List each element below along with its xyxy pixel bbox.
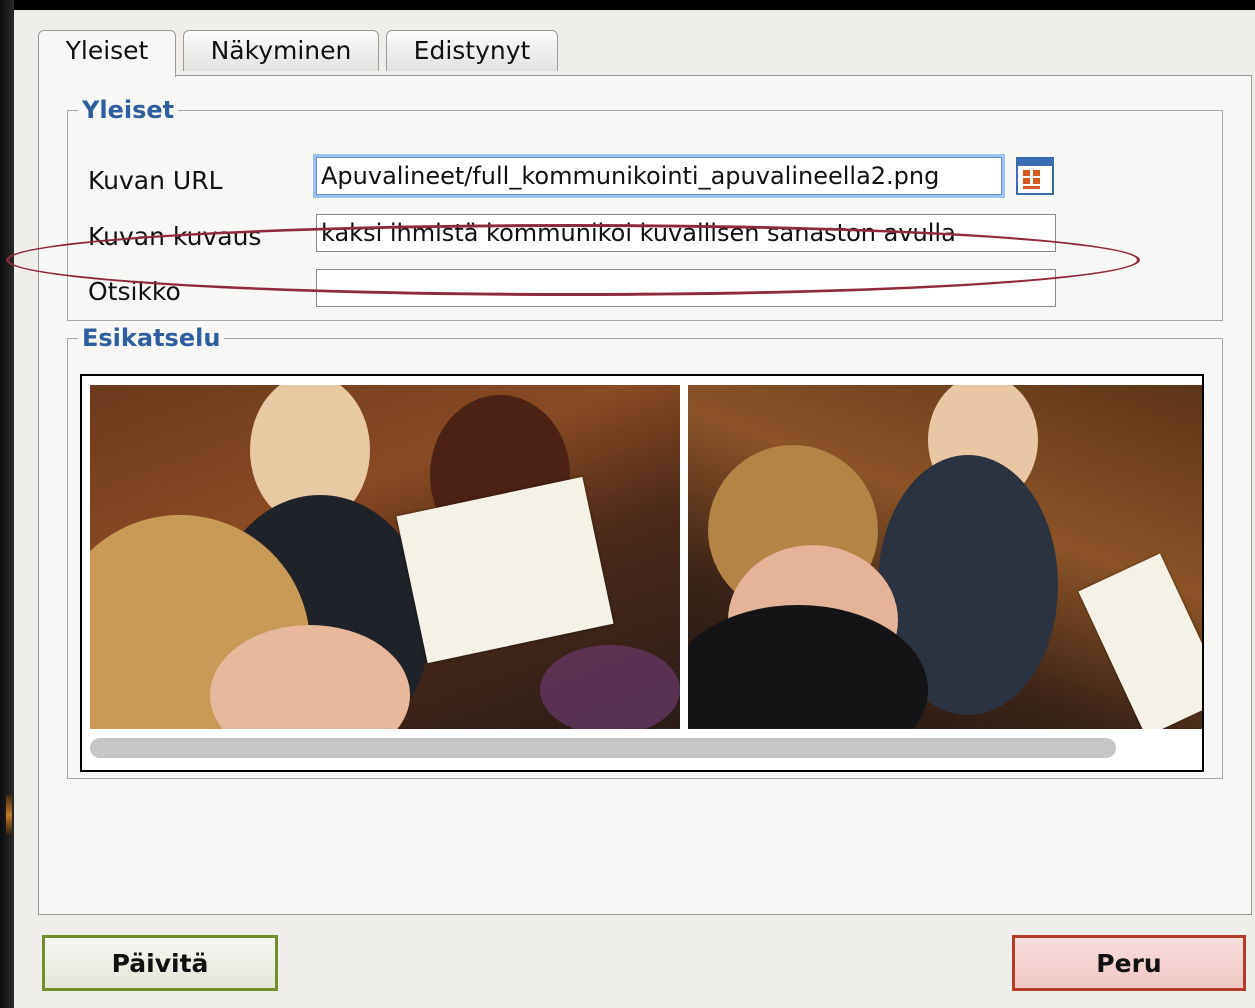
background-streak bbox=[6, 795, 12, 835]
general-legend: Yleiset bbox=[82, 96, 175, 124]
general-fieldset: Yleiset Kuvan URL Kuvan kuvaus Otsikko bbox=[6, 96, 1223, 321]
preview-photo-right bbox=[688, 385, 1202, 729]
tab-advanced[interactable]: Edistynyt bbox=[386, 30, 558, 71]
preview-photo-left bbox=[90, 385, 680, 729]
tab-panel-general: Yleiset Kuvan URL Kuvan kuvaus Otsikko bbox=[6, 75, 1252, 915]
preview-scrollbar-thumb[interactable] bbox=[90, 738, 1116, 758]
image-url-input[interactable] bbox=[316, 157, 1002, 195]
image-description-label: Kuvan kuvaus bbox=[88, 222, 262, 251]
preview-fieldset: Esikatselu bbox=[67, 324, 1223, 779]
file-browser-button[interactable] bbox=[1016, 157, 1054, 195]
update-button[interactable]: Päivitä bbox=[42, 935, 278, 991]
preview-legend: Esikatselu bbox=[82, 324, 221, 352]
image-properties-dialog: Yleiset Näkyminen Edistynyt Yleiset Kuva… bbox=[6, 10, 1255, 1008]
image-title-label: Otsikko bbox=[88, 277, 181, 306]
image-url-label: Kuvan URL bbox=[88, 166, 223, 195]
preview-scrollbar[interactable] bbox=[90, 738, 1194, 758]
background-edge bbox=[0, 0, 14, 1008]
image-title-input[interactable] bbox=[316, 269, 1056, 307]
image-description-input[interactable] bbox=[316, 214, 1056, 252]
tab-appearance[interactable]: Näkyminen bbox=[183, 30, 379, 71]
tab-general[interactable]: Yleiset bbox=[38, 30, 176, 77]
cancel-button[interactable]: Peru bbox=[1012, 935, 1246, 991]
preview-frame[interactable] bbox=[80, 374, 1204, 772]
